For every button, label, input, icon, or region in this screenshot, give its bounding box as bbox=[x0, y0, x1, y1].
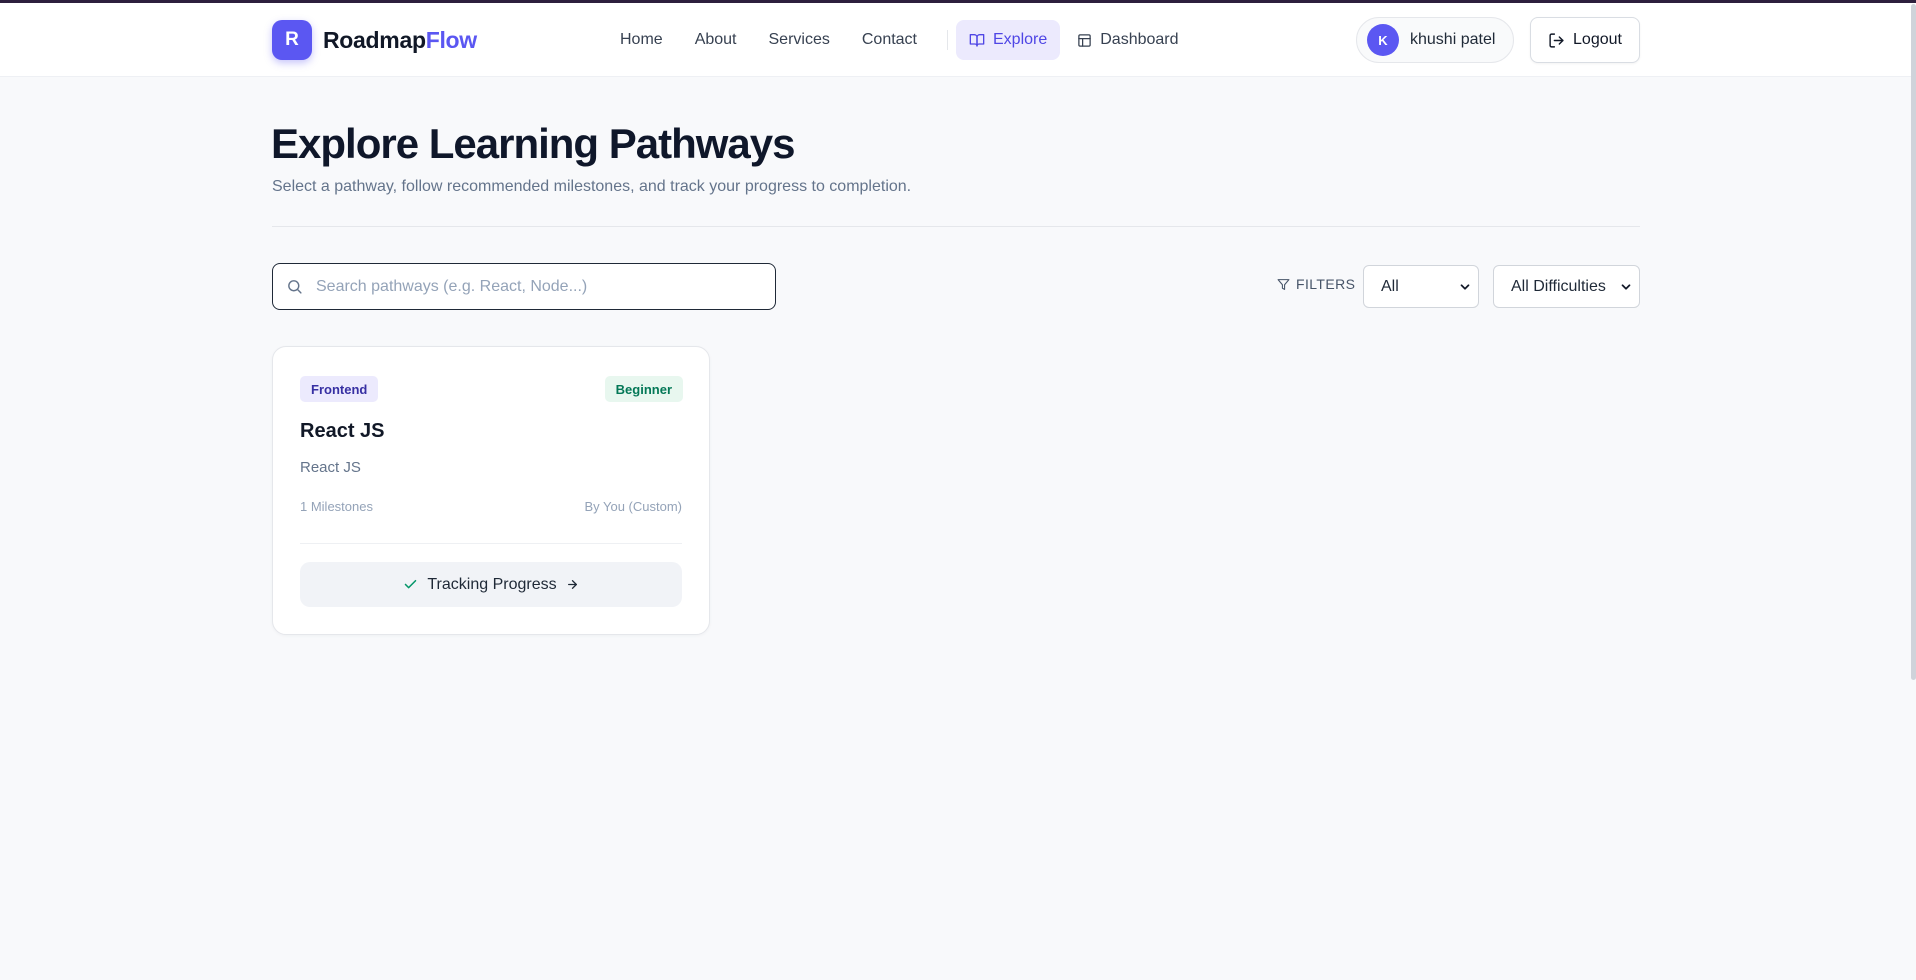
nav-explore[interactable]: Explore bbox=[956, 20, 1061, 60]
tracking-progress-button[interactable]: Tracking Progress bbox=[300, 562, 682, 607]
avatar: K bbox=[1367, 24, 1399, 56]
logout-icon bbox=[1549, 32, 1564, 48]
search-icon bbox=[288, 280, 302, 294]
nav-about[interactable]: About bbox=[695, 31, 737, 49]
nav-dashboard-label: Dashboard bbox=[1100, 31, 1179, 48]
category-badge: Frontend bbox=[300, 376, 379, 402]
tracking-progress-label: Tracking Progress bbox=[427, 575, 557, 593]
nav-services[interactable]: Services bbox=[769, 31, 830, 49]
header-divider bbox=[272, 226, 1640, 227]
search-box bbox=[272, 263, 776, 310]
brand-name-accent: Flow bbox=[425, 26, 477, 53]
nav-dashboard[interactable]: Dashboard bbox=[1064, 20, 1191, 60]
filters-text: FILTERS bbox=[1296, 276, 1356, 292]
filters-label: FILTERS bbox=[1277, 276, 1355, 292]
nav-contact[interactable]: Contact bbox=[862, 31, 917, 49]
nav-explore-label: Explore bbox=[993, 31, 1048, 48]
logout-button[interactable]: Logout bbox=[1530, 17, 1640, 63]
logout-label: Logout bbox=[1573, 31, 1622, 48]
chevron-down-icon bbox=[1621, 283, 1631, 290]
category-select[interactable]: All bbox=[1363, 265, 1479, 308]
brand-name: RoadmapFlow bbox=[323, 27, 477, 54]
nav-home[interactable]: Home bbox=[620, 31, 663, 49]
arrow-right-icon bbox=[567, 580, 577, 589]
pathway-title: React JS bbox=[300, 420, 385, 442]
filter-icon bbox=[1277, 278, 1290, 290]
page-subtitle: Select a pathway, follow recommended mil… bbox=[272, 178, 912, 195]
pathway-meta: 1 Milestones By You (Custom) bbox=[300, 499, 682, 514]
user-profile-pill[interactable]: K khushi patel bbox=[1356, 17, 1515, 63]
check-icon bbox=[405, 579, 417, 589]
dashboard-icon bbox=[1078, 33, 1091, 47]
search-input[interactable] bbox=[316, 277, 736, 296]
card-divider bbox=[300, 543, 682, 544]
category-select-value: All bbox=[1381, 277, 1399, 295]
book-open-icon bbox=[969, 34, 985, 47]
pathway-author: By You (Custom) bbox=[584, 499, 682, 514]
pathway-description: React JS bbox=[300, 459, 361, 476]
milestone-count: 1 Milestones bbox=[300, 499, 373, 514]
nav-separator bbox=[947, 30, 948, 50]
brand-name-main: Roadmap bbox=[323, 26, 426, 53]
logo-badge: R bbox=[272, 20, 312, 60]
user-name: khushi patel bbox=[1410, 31, 1496, 48]
brand-logo[interactable]: R RoadmapFlow bbox=[272, 20, 477, 60]
navbar: R RoadmapFlow Home About Services Contac… bbox=[0, 3, 1916, 77]
page-scrollbar[interactable] bbox=[1910, 0, 1916, 980]
difficulty-badge: Beginner bbox=[604, 376, 683, 402]
scrollbar-thumb[interactable] bbox=[1911, 4, 1916, 680]
pathway-card[interactable]: Frontend Beginner React JS React JS 1 Mi… bbox=[272, 346, 710, 635]
difficulty-select[interactable]: All Difficulties bbox=[1493, 265, 1640, 308]
main-nav: Home About Services Contact Explore Dash… bbox=[620, 20, 1196, 60]
difficulty-select-value: All Difficulties bbox=[1511, 277, 1606, 295]
page-title: Explore Learning Pathways bbox=[271, 120, 796, 167]
chevron-down-icon bbox=[1460, 283, 1470, 290]
